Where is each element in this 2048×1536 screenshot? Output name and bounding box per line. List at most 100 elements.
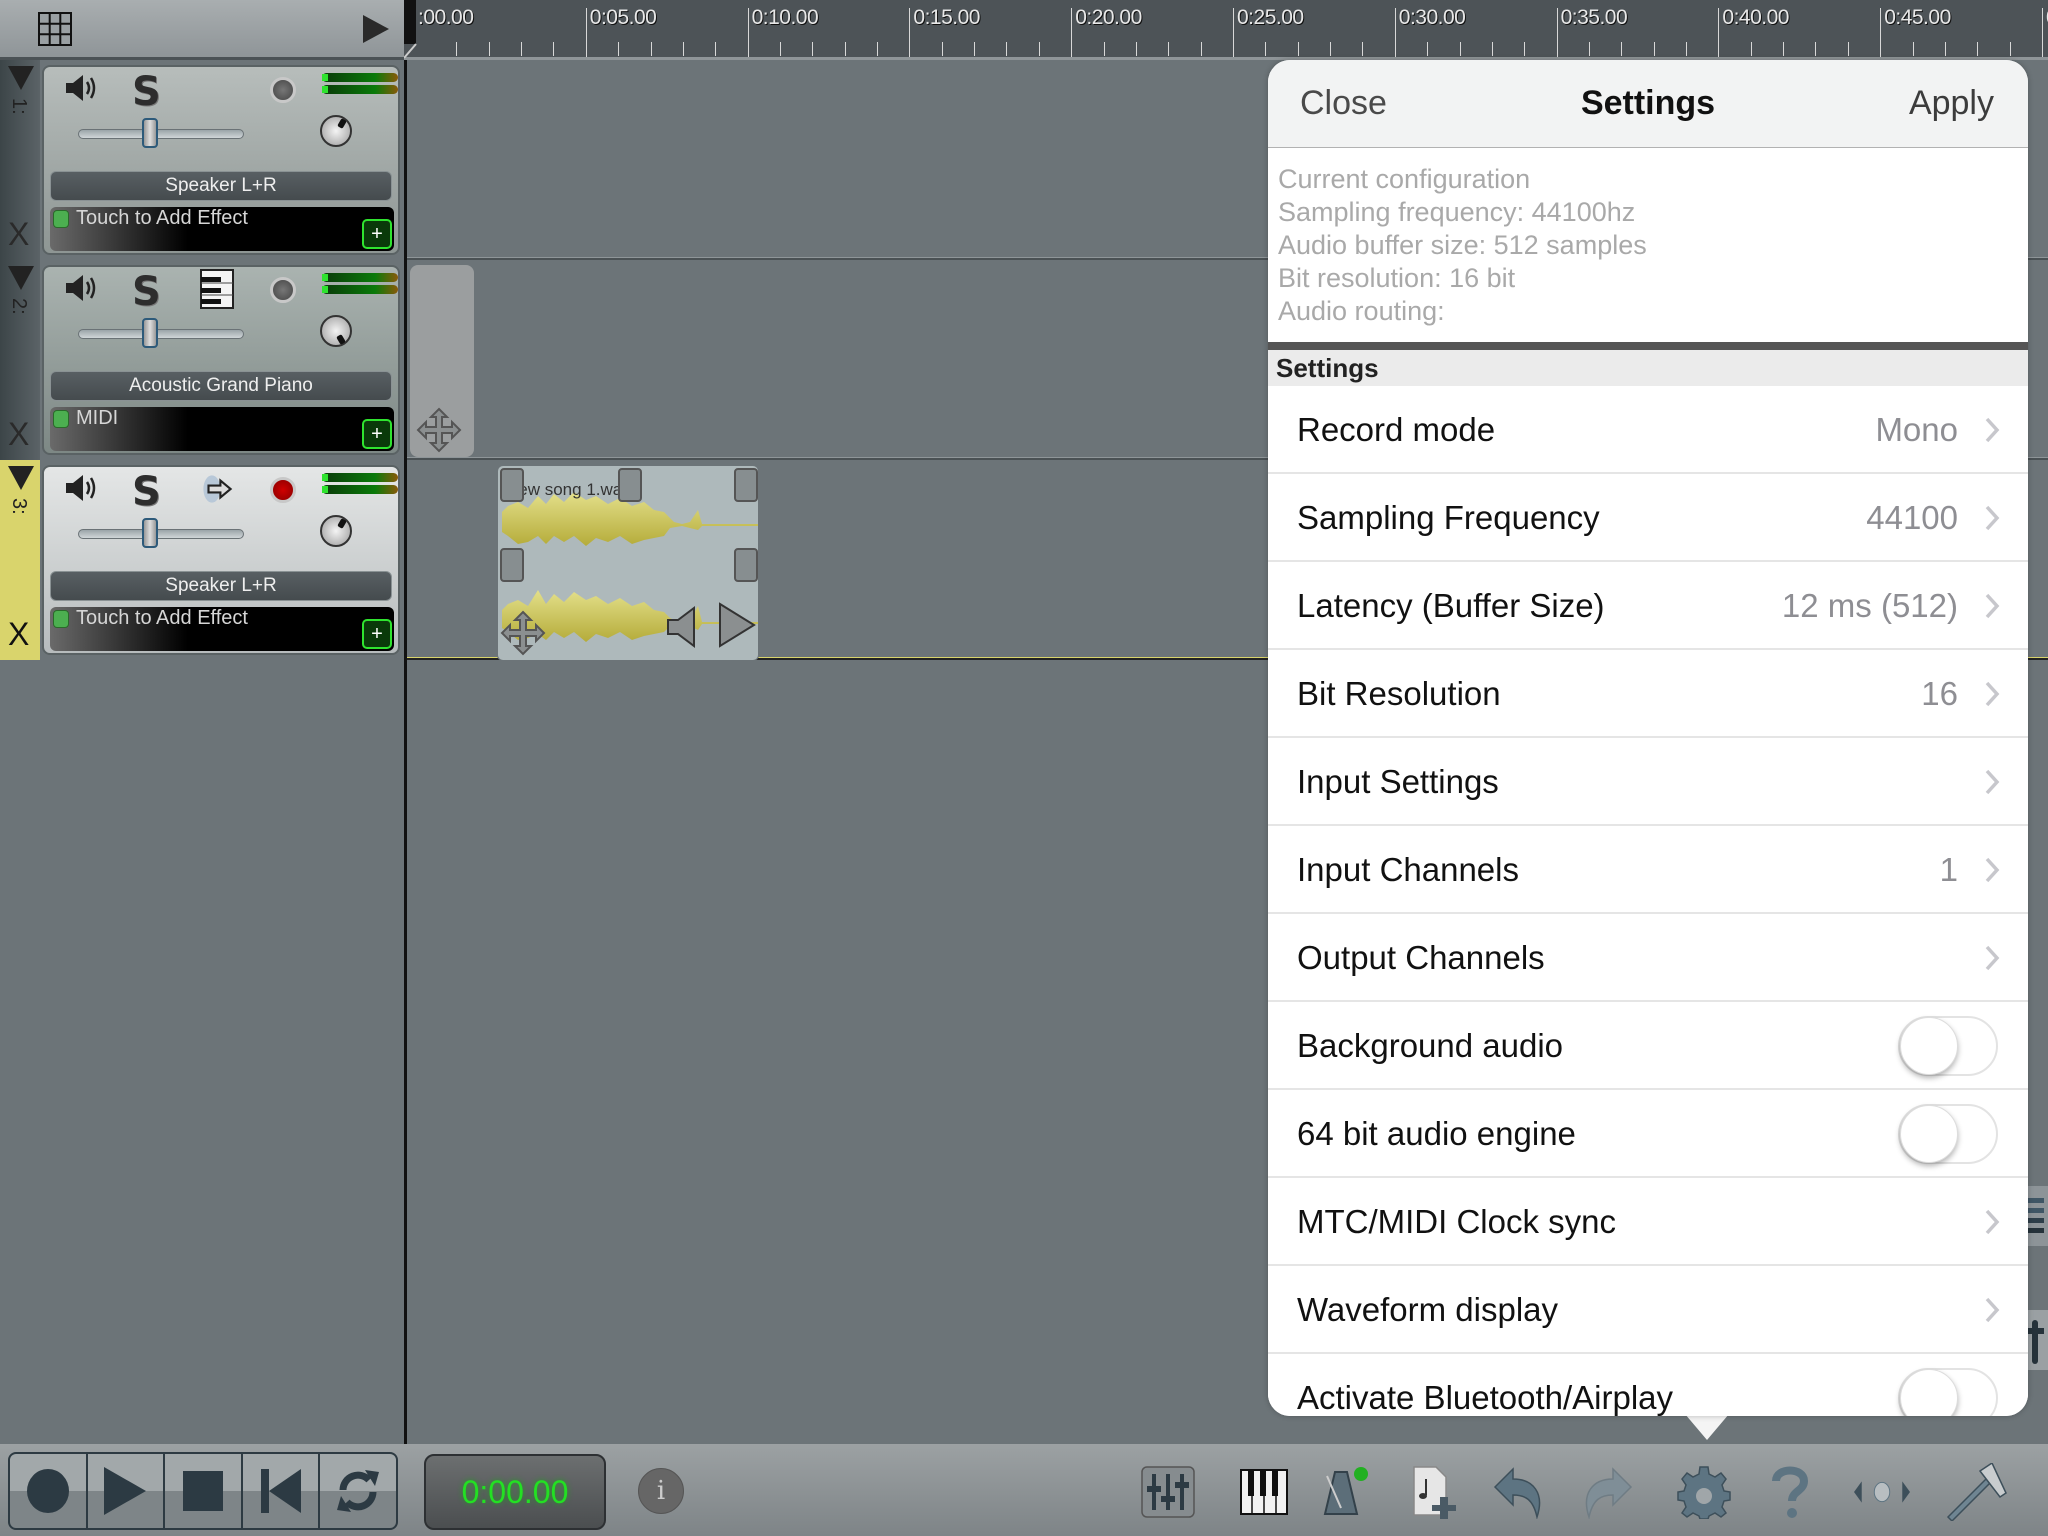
piano-icon[interactable] <box>200 269 234 309</box>
record-arm-button[interactable] <box>270 77 296 103</box>
add-audio-file-button[interactable] <box>1406 1464 1462 1520</box>
volume-slider-thumb[interactable] <box>142 118 158 148</box>
settings-row-bit-resolution[interactable]: Bit Resolution 16 <box>1268 650 2028 738</box>
effect-enable-led[interactable] <box>53 210 69 228</box>
effects-slot[interactable]: Touch to Add Effect + <box>50 607 394 651</box>
settings-row-record-mode[interactable]: Record mode Mono <box>1268 386 2028 474</box>
record-arm-button[interactable] <box>270 477 296 503</box>
effects-slot[interactable]: Touch to Add Effect + <box>50 207 394 251</box>
settings-row-waveform-display[interactable]: Waveform display <box>1268 1266 2028 1354</box>
collapse-triangle-icon[interactable] <box>8 66 34 90</box>
divider <box>1268 342 2028 350</box>
effects-slot[interactable]: MIDI + <box>50 407 394 451</box>
toggle-switch[interactable] <box>1898 1368 1998 1416</box>
effect-enable-led[interactable] <box>53 410 69 428</box>
add-effect-button[interactable]: + <box>362 219 392 249</box>
move-icon[interactable] <box>416 407 462 453</box>
pan-knob[interactable] <box>320 315 352 347</box>
close-button[interactable]: Close <box>1300 84 1387 123</box>
move-icon[interactable] <box>500 610 546 656</box>
clip-trim-handle-top-right[interactable] <box>734 468 758 502</box>
settings-button[interactable] <box>1676 1464 1732 1520</box>
settings-row-activate-bluetooth-airplay[interactable]: Activate Bluetooth/Airplay <box>1268 1354 2028 1416</box>
clip-trim-handle-top-center[interactable] <box>618 468 642 502</box>
speaker-icon[interactable] <box>64 73 98 103</box>
settings-row-input-channels[interactable]: Input Channels 1 <box>1268 826 2028 914</box>
ruler-minor-tick <box>2009 42 2011 56</box>
info-button[interactable]: i <box>638 1468 684 1514</box>
speaker-icon[interactable] <box>64 473 98 503</box>
toggle-switch[interactable] <box>1898 1016 1998 1076</box>
clip-play-icon[interactable] <box>718 602 756 648</box>
undo-button[interactable] <box>1492 1464 1548 1520</box>
settings-row-background-audio[interactable]: Background audio <box>1268 1002 2028 1090</box>
record-button[interactable] <box>10 1454 88 1528</box>
help-icon <box>1772 1466 1809 1518</box>
mixer-button[interactable] <box>1140 1464 1196 1520</box>
output-selector[interactable]: Acoustic Grand Piano <box>50 371 392 401</box>
clip-trim-handle-top-left[interactable] <box>500 468 524 502</box>
track-2[interactable]: 2: X S Acoustic Grand Piano MIDI + <box>0 260 404 460</box>
volume-slider[interactable] <box>78 318 244 348</box>
rewind-to-start-button[interactable] <box>243 1454 321 1528</box>
volume-slider[interactable] <box>78 118 244 148</box>
solo-button[interactable]: S <box>132 469 161 515</box>
track-drag-handle[interactable]: 2: X <box>0 260 40 460</box>
midi-clip[interactable] <box>410 265 474 457</box>
add-effect-button[interactable]: + <box>362 619 392 649</box>
collapse-triangle-icon[interactable] <box>8 466 34 490</box>
settings-header: Close Settings Apply <box>1268 60 2028 148</box>
track-1[interactable]: 1: X S Speaker L+R Touch to Add Effect + <box>0 60 404 260</box>
track-drag-handle[interactable]: 1: X <box>0 60 40 260</box>
expand-arrow-icon[interactable] <box>360 12 392 46</box>
playhead-marker[interactable] <box>404 0 418 60</box>
grid-icon[interactable] <box>38 12 72 46</box>
output-selector[interactable]: Speaker L+R <box>50 571 392 601</box>
audio-clip[interactable]: New song 1.wav <box>497 465 759 661</box>
settings-row-64-bit-audio-engine[interactable]: 64 bit audio engine <box>1268 1090 2028 1178</box>
level-meter-left <box>322 273 398 282</box>
metronome-button[interactable] <box>1318 1464 1374 1520</box>
ruler-minor-tick <box>1524 42 1526 56</box>
remove-track-button[interactable]: X <box>8 616 29 653</box>
pan-knob[interactable] <box>320 515 352 547</box>
speaker-icon[interactable] <box>64 273 98 303</box>
settings-row-output-channels[interactable]: Output Channels <box>1268 914 2028 1002</box>
help-button[interactable] <box>1762 1464 1818 1520</box>
add-effect-button[interactable]: + <box>362 419 392 449</box>
remove-track-button[interactable]: X <box>8 216 29 253</box>
loop-button[interactable] <box>320 1454 396 1528</box>
stop-button[interactable] <box>165 1454 243 1528</box>
clip-trim-handle-right[interactable] <box>734 548 758 582</box>
play-button[interactable] <box>88 1454 166 1528</box>
settings-row-sampling-frequency[interactable]: Sampling Frequency 44100 <box>1268 474 2028 562</box>
toggle-switch[interactable] <box>1898 1104 1998 1164</box>
nudge-button[interactable] <box>1854 1464 1910 1520</box>
redo-button[interactable] <box>1578 1464 1634 1520</box>
timeline-ruler[interactable]: :00.00 0:05.00 0:10.00 0:15.00 0:20.00 0:25.0… <box>404 0 2048 60</box>
clip-trim-handle-left[interactable] <box>500 548 524 582</box>
ruler-minor-tick <box>844 42 846 56</box>
record-arm-button[interactable] <box>270 277 296 303</box>
ruler-minor-tick <box>1750 42 1752 56</box>
volume-slider-thumb[interactable] <box>142 518 158 548</box>
settings-row-input-settings[interactable]: Input Settings <box>1268 738 2028 826</box>
volume-slider[interactable] <box>78 518 244 548</box>
apply-button[interactable]: Apply <box>1909 84 1994 123</box>
input-route-icon[interactable] <box>200 469 234 509</box>
solo-button[interactable]: S <box>132 269 161 315</box>
track-3[interactable]: 3: X S Speaker L+R Touch to Add Effect + <box>0 460 404 660</box>
clip-volume-icon[interactable] <box>666 606 698 648</box>
track-drag-handle[interactable]: 3: X <box>0 460 40 660</box>
piano-keyboard-button[interactable] <box>1236 1464 1292 1520</box>
effect-enable-led[interactable] <box>53 610 69 628</box>
remove-track-button[interactable]: X <box>8 416 29 453</box>
pan-knob[interactable] <box>320 115 352 147</box>
output-selector[interactable]: Speaker L+R <box>50 171 392 201</box>
tools-button[interactable] <box>1944 1463 2010 1521</box>
solo-button[interactable]: S <box>132 69 161 115</box>
settings-row-mtc-midi-clock-sync[interactable]: MTC/MIDI Clock sync <box>1268 1178 2028 1266</box>
settings-row-latency-buffer-size[interactable]: Latency (Buffer Size) 12 ms (512) <box>1268 562 2028 650</box>
volume-slider-thumb[interactable] <box>142 318 158 348</box>
collapse-triangle-icon[interactable] <box>8 266 34 290</box>
